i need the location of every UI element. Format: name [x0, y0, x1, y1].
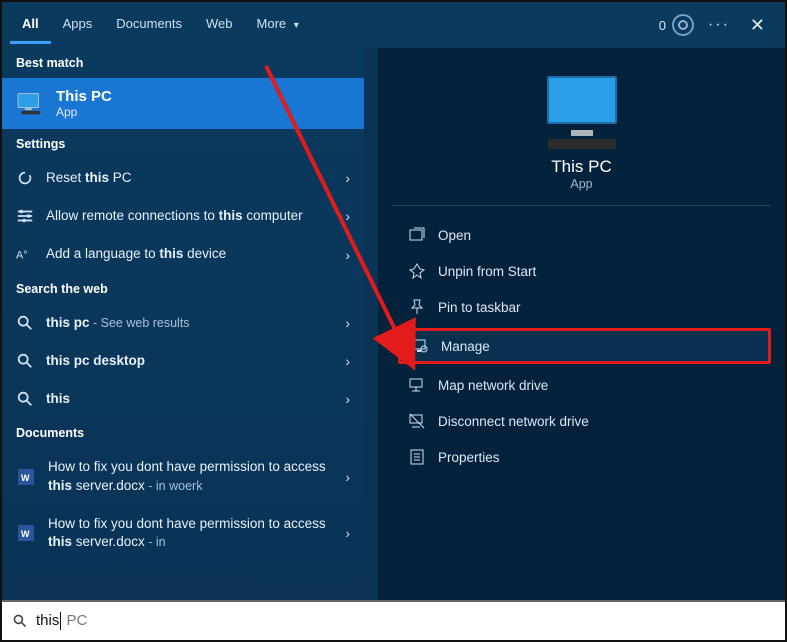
tab-web[interactable]: Web	[194, 2, 245, 41]
this-pc-icon	[16, 92, 44, 116]
map-drive-icon	[408, 376, 426, 394]
chevron-right-icon: ›	[345, 391, 350, 407]
word-doc-icon: W	[16, 523, 36, 543]
reset-icon	[16, 169, 34, 187]
tab-more-label: More	[257, 16, 287, 31]
action-properties-label: Properties	[438, 450, 500, 465]
tab-more[interactable]: More ▾	[245, 2, 311, 41]
doc-result-1[interactable]: W How to fix you dont have permission to…	[2, 448, 364, 504]
manage-icon	[411, 337, 429, 355]
best-match-subtitle: App	[56, 105, 112, 119]
search-icon	[16, 352, 34, 370]
action-open[interactable]: Open	[398, 220, 771, 250]
web-this-pc[interactable]: this pc - See web results ›	[2, 304, 364, 342]
action-disconnect-drive[interactable]: Disconnect network drive	[398, 406, 771, 436]
chevron-right-icon: ›	[345, 208, 350, 224]
settings-remote-connections[interactable]: Allow remote connections to this compute…	[2, 197, 364, 235]
chevron-right-icon: ›	[345, 353, 350, 369]
group-settings: Settings	[2, 129, 364, 159]
svg-text:A°: A°	[16, 249, 28, 261]
action-manage[interactable]: Manage	[398, 328, 771, 364]
chevron-down-icon: ▾	[294, 20, 299, 31]
svg-text:W: W	[21, 473, 30, 483]
header-bar: All Apps Documents Web More ▾ 0 ··· ✕	[2, 2, 785, 48]
chevron-right-icon: ›	[345, 469, 350, 485]
search-icon	[12, 613, 28, 629]
this-pc-large-icon	[547, 76, 617, 149]
preview-subtitle: App	[570, 177, 592, 191]
settings-reset-this-pc[interactable]: Reset this PC ›	[2, 159, 364, 197]
tab-all[interactable]: All	[10, 2, 51, 44]
close-button[interactable]: ✕	[744, 15, 771, 36]
header-right: 0 ··· ✕	[659, 2, 777, 48]
open-icon	[408, 226, 426, 244]
group-web: Search the web	[2, 274, 364, 304]
group-best-match: Best match	[2, 48, 364, 78]
web-this-pc-desktop[interactable]: this pc desktop ›	[2, 342, 364, 380]
svg-text:W: W	[21, 529, 30, 539]
chevron-right-icon: ›	[345, 525, 350, 541]
tab-apps[interactable]: Apps	[51, 2, 105, 41]
language-icon: A°	[16, 246, 34, 264]
properties-icon	[408, 448, 426, 466]
action-unpin-start[interactable]: Unpin from Start	[398, 256, 771, 286]
chevron-right-icon: ›	[345, 170, 350, 186]
search-icon	[16, 390, 34, 408]
filter-tabs: All Apps Documents Web More ▾	[10, 2, 311, 48]
search-bar[interactable]: this PC	[2, 600, 785, 640]
action-list: Open Unpin from Start Pin to taskbar Man…	[392, 216, 771, 472]
results-panel: Best match This PC App Settings Reset th…	[2, 48, 364, 600]
unpin-icon	[408, 262, 426, 280]
medal-icon	[672, 14, 694, 36]
doc-result-2[interactable]: W How to fix you dont have permission to…	[2, 505, 364, 561]
disconnect-drive-icon	[408, 412, 426, 430]
rewards-count: 0	[659, 18, 666, 33]
action-map-drive[interactable]: Map network drive	[398, 370, 771, 400]
best-match-this-pc[interactable]: This PC App	[2, 78, 364, 129]
search-icon	[16, 314, 34, 332]
action-properties[interactable]: Properties	[398, 442, 771, 472]
pin-icon	[408, 298, 426, 316]
group-documents: Documents	[2, 418, 364, 448]
tab-documents[interactable]: Documents	[104, 2, 194, 41]
preview-header: This PC App	[392, 66, 771, 206]
more-options-button[interactable]: ···	[708, 16, 730, 34]
settings-add-language[interactable]: A° Add a language to this device ›	[2, 235, 364, 273]
web-this[interactable]: this ›	[2, 380, 364, 418]
preview-title: This PC	[551, 157, 611, 177]
sliders-icon	[16, 207, 34, 225]
action-pin-taskbar[interactable]: Pin to taskbar	[398, 292, 771, 322]
search-input[interactable]: this PC	[36, 612, 775, 630]
chevron-right-icon: ›	[345, 315, 350, 331]
action-open-label: Open	[438, 228, 471, 243]
best-match-title: This PC	[56, 88, 112, 105]
action-manage-label: Manage	[441, 339, 490, 354]
rewards-points[interactable]: 0	[659, 14, 694, 36]
action-disconnect-label: Disconnect network drive	[438, 414, 589, 429]
action-map-label: Map network drive	[438, 378, 548, 393]
chevron-right-icon: ›	[345, 247, 350, 263]
preview-panel: This PC App Open Unpin from Start Pin to…	[378, 48, 785, 600]
action-pin-label: Pin to taskbar	[438, 300, 521, 315]
action-unpin-label: Unpin from Start	[438, 264, 536, 279]
word-doc-icon: W	[16, 467, 36, 487]
